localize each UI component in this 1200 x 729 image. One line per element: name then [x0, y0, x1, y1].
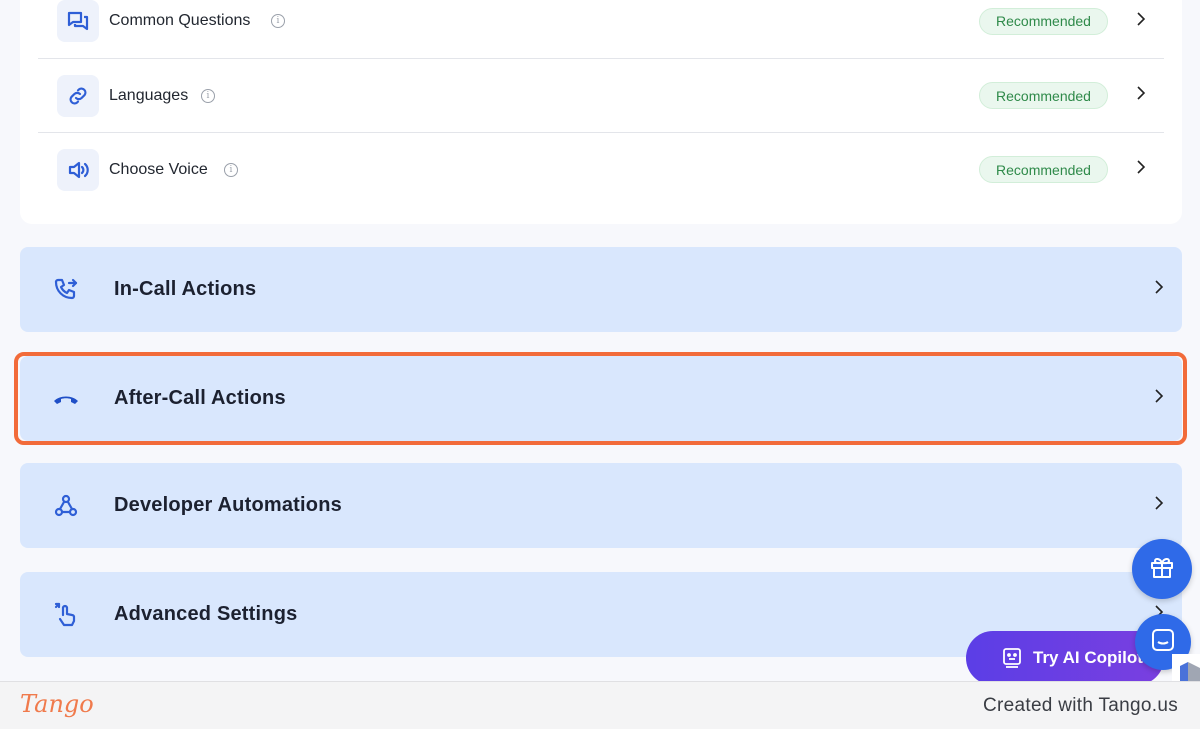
settings-card: Common Questions i Recommended Languages… — [20, 0, 1182, 224]
copilot-label: Try AI Copilot — [1033, 648, 1143, 667]
section-label: Developer Automations — [114, 494, 342, 516]
settings-row-label: Languages — [109, 86, 189, 104]
recaptcha-badge — [1172, 654, 1200, 682]
robot-icon — [1002, 647, 1022, 674]
chevron-right-icon[interactable] — [1154, 389, 1164, 408]
footer-bar: Tango Created with Tango.us — [0, 681, 1200, 729]
chat-bubbles-icon — [57, 0, 99, 42]
gift-icon — [1148, 553, 1176, 586]
section-developer-automations[interactable]: Developer Automations — [20, 463, 1182, 548]
chevron-right-icon[interactable] — [1136, 11, 1146, 31]
settings-row-common-questions[interactable]: Common Questions i Recommended — [38, 0, 1164, 58]
recommended-badge: Recommended — [979, 82, 1108, 109]
section-after-call-actions[interactable]: After-Call Actions — [20, 356, 1182, 441]
tap-gesture-icon — [50, 599, 82, 631]
phone-forward-icon — [50, 274, 82, 306]
settings-row-choose-voice[interactable]: Choose Voice i Recommended — [38, 132, 1164, 206]
chevron-right-icon[interactable] — [1136, 160, 1146, 179]
chevron-right-icon[interactable] — [1154, 496, 1164, 515]
section-label: After-Call Actions — [114, 387, 286, 409]
footer-credit: Created with Tango.us — [982, 695, 1178, 716]
info-icon[interactable]: i — [224, 162, 238, 177]
settings-row-label: Choose Voice — [109, 160, 208, 178]
settings-row-languages[interactable]: Languages i Recommended — [38, 58, 1164, 132]
webhook-icon — [50, 490, 82, 522]
phone-hangup-icon — [50, 383, 82, 415]
section-in-call-actions[interactable]: In-Call Actions — [20, 247, 1182, 332]
gift-button[interactable] — [1132, 539, 1192, 599]
tango-logo: Tango — [20, 690, 94, 718]
recommended-badge: Recommended — [979, 7, 1108, 35]
settings-row-label: Common Questions — [109, 12, 251, 29]
chevron-right-icon[interactable] — [1154, 280, 1164, 299]
section-label: Advanced Settings — [114, 603, 298, 625]
section-label: In-Call Actions — [114, 278, 257, 300]
info-icon[interactable]: i — [271, 14, 285, 28]
info-icon[interactable]: i — [201, 88, 215, 103]
chat-icon — [1150, 627, 1176, 658]
chevron-right-icon[interactable] — [1136, 86, 1146, 105]
link-icon — [57, 74, 99, 117]
recommended-badge: Recommended — [979, 156, 1108, 183]
speaker-icon — [57, 148, 99, 191]
